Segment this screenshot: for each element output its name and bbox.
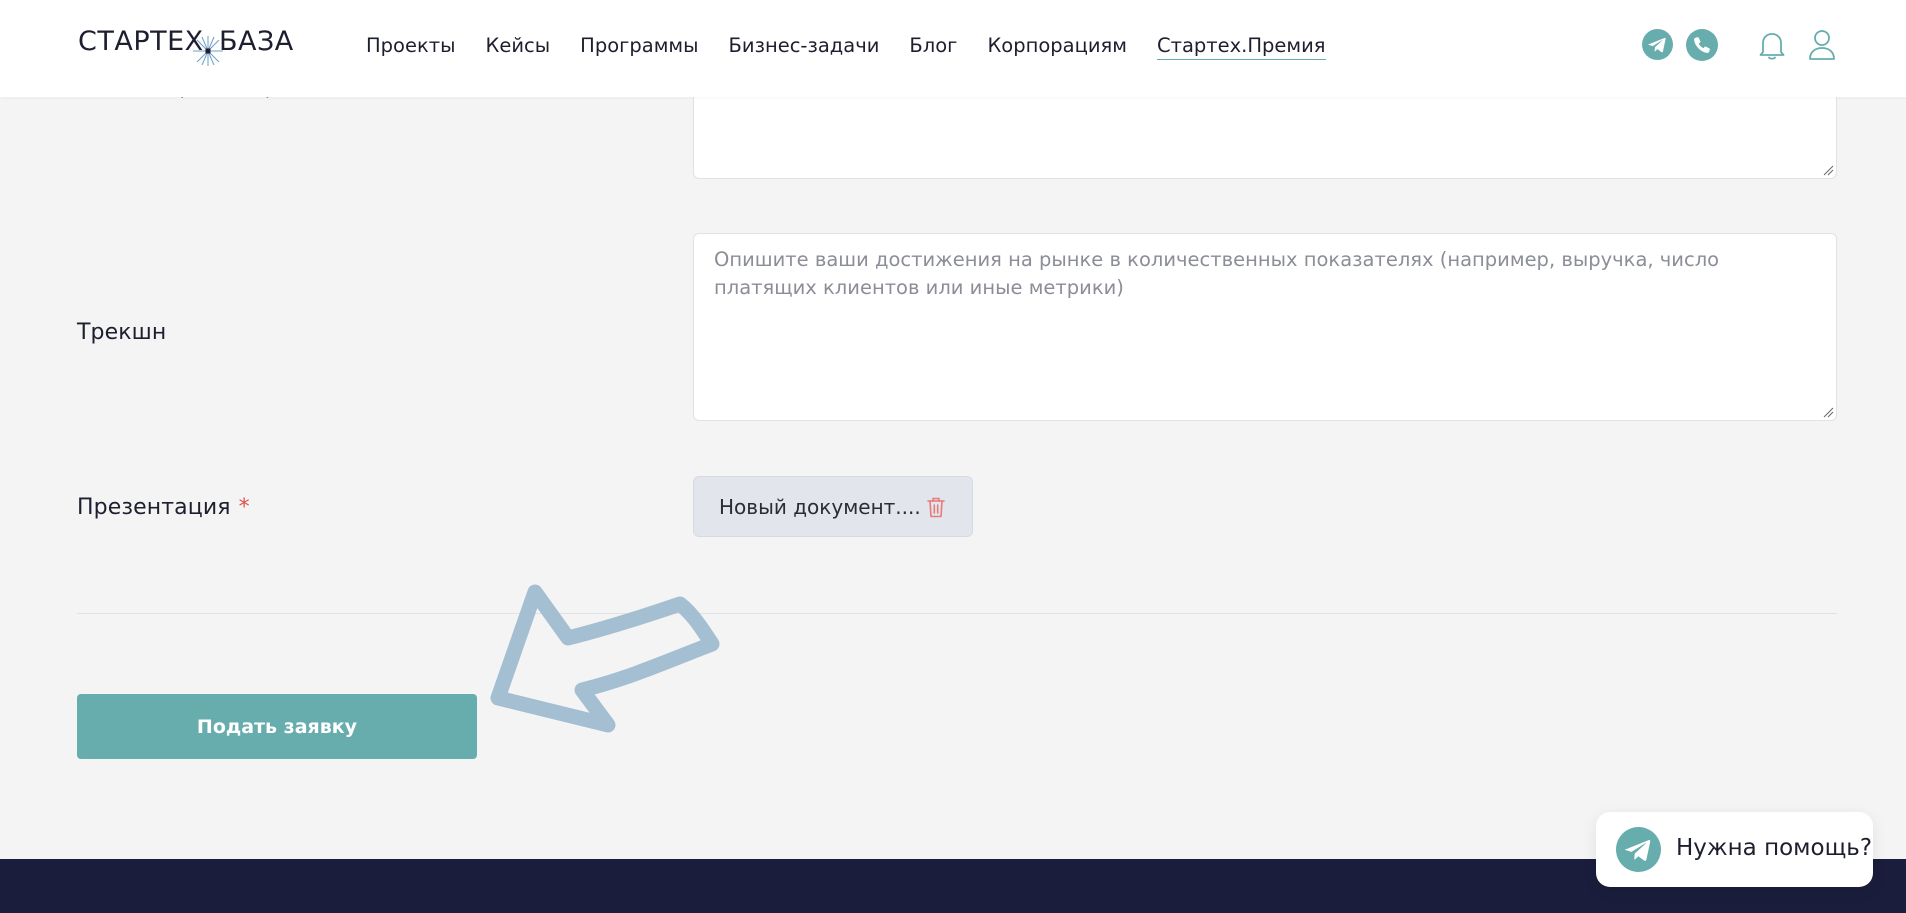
bell-icon[interactable] (1758, 30, 1786, 61)
phone-icon[interactable] (1686, 29, 1718, 61)
main-nav: Проекты Кейсы Программы Бизнес-задачи Бл… (366, 34, 1356, 60)
field-label-presentation: Презентация * (77, 495, 250, 520)
required-mark: * (238, 495, 250, 520)
logo-text-left: СТАРТЕХ (78, 26, 204, 57)
help-label: Нужна помощь? (1676, 835, 1873, 861)
telegram-icon (1616, 827, 1661, 872)
logo[interactable]: СТАРТЕХ БАЗА (78, 26, 298, 71)
traction-placeholder: Опишите ваши достижения на рынке в колич… (714, 248, 1720, 299)
nav-item-cases[interactable]: Кейсы (486, 34, 551, 60)
resize-handle-icon[interactable] (1823, 407, 1834, 418)
form-divider (77, 613, 1837, 614)
nav-item-programs[interactable]: Программы (580, 34, 698, 60)
logo-text-right: БАЗА (219, 26, 294, 57)
submit-application-button[interactable]: Подать заявку (77, 694, 477, 759)
nav-item-startech-award[interactable]: Стартех.Премия (1156, 34, 1326, 60)
field-label-traction: Трекшн (77, 320, 167, 345)
presentation-label-text: Презентация (77, 495, 231, 520)
nav-item-projects[interactable]: Проекты (366, 34, 456, 60)
nav-item-business-tasks[interactable]: Бизнес-задачи (729, 34, 880, 60)
telegram-icon[interactable] (1642, 29, 1673, 60)
uploaded-file-chip: Новый документ.... (693, 476, 973, 537)
nav-item-blog[interactable]: Блог (909, 34, 957, 60)
user-icon[interactable] (1808, 29, 1836, 61)
nav-item-corporations[interactable]: Корпорациям (987, 34, 1127, 60)
trash-icon[interactable] (926, 496, 946, 519)
uploaded-file-name: Новый документ.... (719, 494, 921, 519)
resize-handle-icon[interactable] (1823, 165, 1834, 176)
traction-textarea[interactable]: Опишите ваши достижения на рынке в колич… (693, 233, 1837, 421)
site-header: СТАРТЕХ БАЗА Проекты Кейсы Программы Биз… (0, 0, 1906, 97)
help-widget-button[interactable]: Нужна помощь? (1596, 812, 1873, 887)
arrow-annotation-icon (490, 584, 720, 733)
